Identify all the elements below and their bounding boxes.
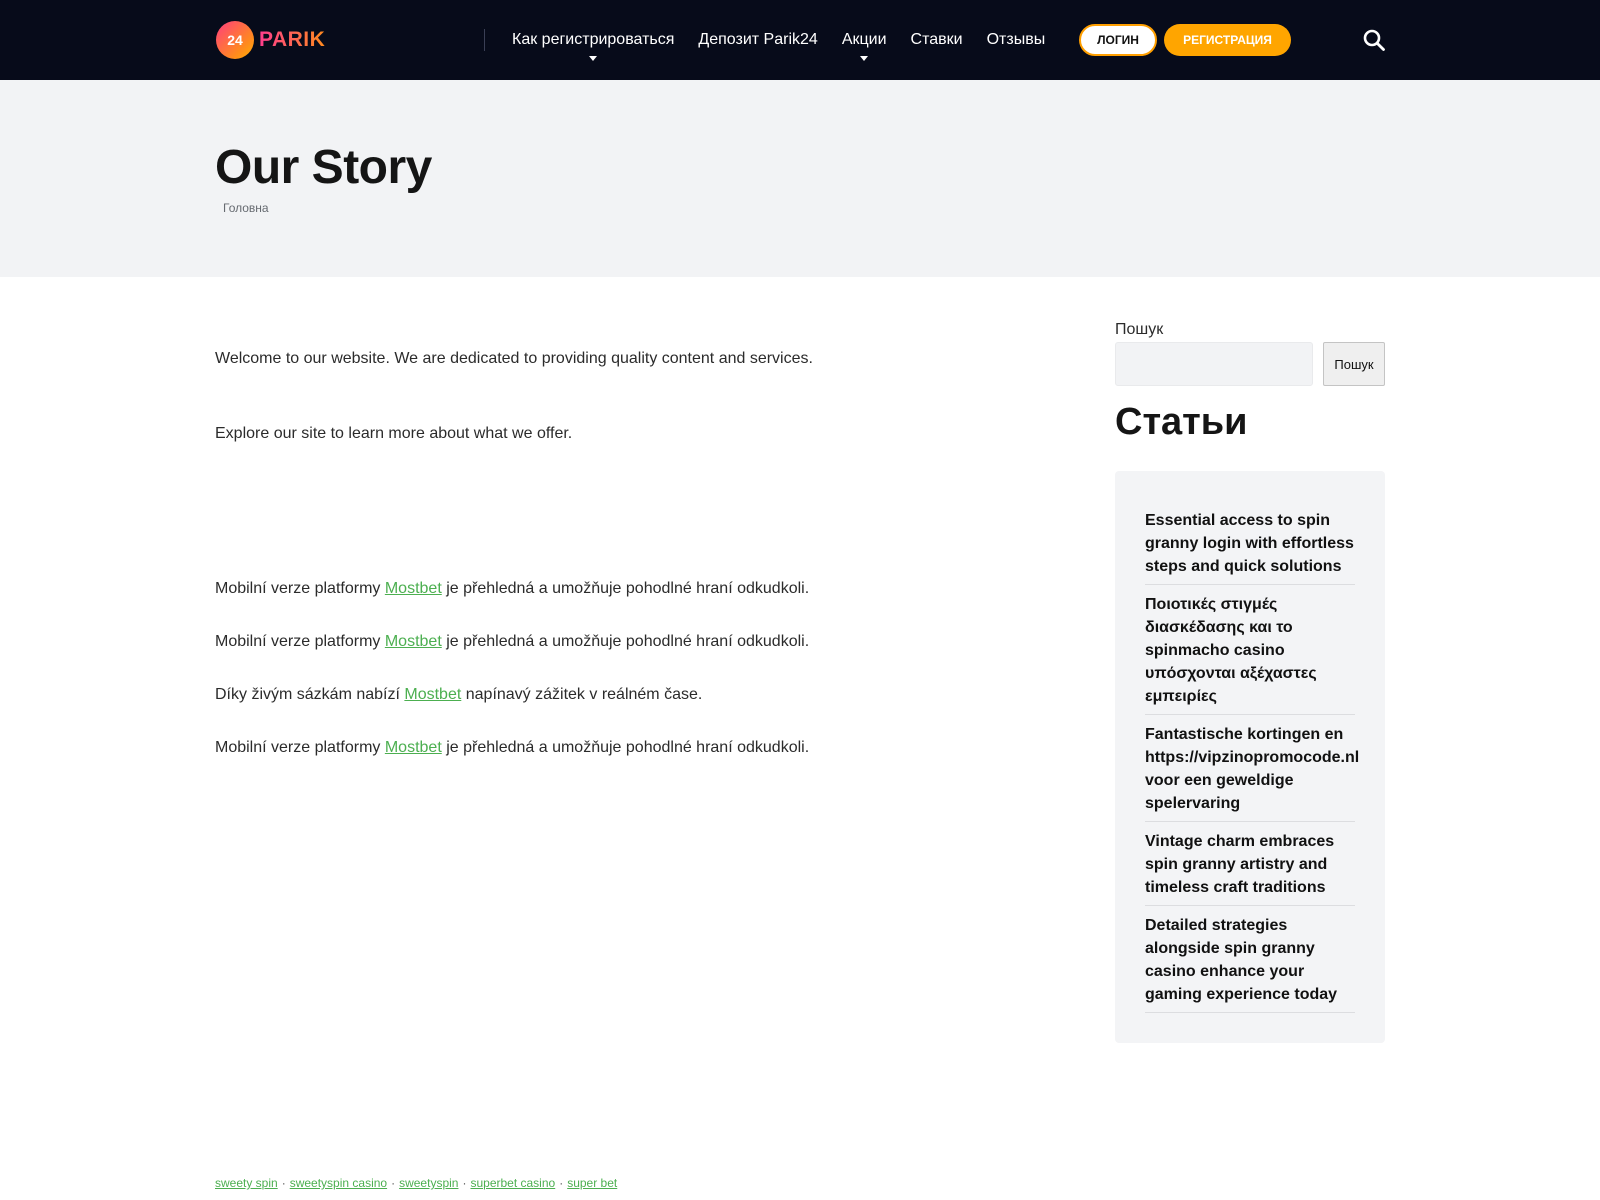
link-separator: ·: [281, 1176, 286, 1190]
footer-link[interactable]: superbet casino: [470, 1176, 555, 1190]
nav-item-reviews[interactable]: Отзывы: [987, 31, 1046, 49]
search-input[interactable]: [1115, 342, 1313, 386]
article-link[interactable]: Ποιοτικές στιγμές διασκέδασης και το spi…: [1145, 593, 1355, 715]
nav-item-promotions[interactable]: Акции: [841, 31, 887, 61]
footer-link[interactable]: super bet: [567, 1176, 617, 1190]
logo-text: PARIK: [259, 28, 326, 51]
search-icon[interactable]: [1362, 28, 1386, 52]
footer-link[interactable]: sweetyspin casino: [290, 1176, 387, 1190]
explore-paragraph: Explore our site to learn more about wha…: [215, 425, 573, 442]
register-button[interactable]: РЕГИСТРАЦИЯ: [1164, 24, 1291, 56]
footer-link[interactable]: sweety spin: [215, 1176, 278, 1190]
nav-item-label: Акции: [841, 31, 887, 48]
article-link[interactable]: Fantastische kortingen en https://vipzin…: [1145, 723, 1359, 822]
mostbet-link[interactable]: Mostbet: [385, 633, 442, 650]
article-link[interactable]: Detailed strategies alongside spin grann…: [1145, 914, 1355, 1013]
articles-list: Essential access to spin granny login wi…: [1145, 509, 1359, 1021]
footer-links: sweety spin · sweetyspin casino · sweetyspin…: [215, 1176, 617, 1190]
articles-panel: Essential access to spin granny login wi…: [1115, 471, 1385, 1043]
mostbet-link[interactable]: Mostbet: [385, 580, 442, 597]
content-paragraph: Mobilní verze platformy Mostbet je přehl…: [215, 739, 809, 757]
articles-heading: Статьи: [1115, 401, 1248, 443]
login-button[interactable]: ЛОГИН: [1079, 24, 1157, 56]
page-title: Our Story: [215, 141, 432, 194]
paragraph-text: je přehledná a umožňuje pohodlné hraní o…: [441, 739, 810, 756]
logo-badge: 24: [216, 21, 254, 59]
content-paragraph: Mobilní verze platformy Mostbet je přehl…: [215, 633, 809, 651]
paragraph-text: je přehledná a umožňuje pohodlné hraní o…: [441, 580, 810, 597]
mostbet-link[interactable]: Mostbet: [385, 739, 442, 756]
main-nav: Как регистрироваться Депозит Parik24 Акц…: [512, 0, 1069, 80]
article-link[interactable]: Vintage charm embraces spin granny artis…: [1145, 830, 1355, 906]
content-paragraph: Díky živým sázkám nabízí Mostbet napínav…: [215, 686, 702, 704]
nav-item-registration[interactable]: Как регистрироваться: [512, 31, 675, 61]
paragraph-text: Mobilní verze platformy: [215, 739, 385, 756]
caret-down-icon: [589, 56, 598, 61]
nav-item-label: Как регистрироваться: [512, 31, 675, 48]
search-button[interactable]: Пошук: [1323, 342, 1385, 386]
nav-item-label: Депозит Parik24: [698, 31, 818, 48]
search-label: Пошук: [1115, 321, 1164, 338]
top-navbar: 24 PARIK Как регистрироваться Депозит Pa…: [0, 0, 1600, 80]
nav-item-label: Отзывы: [986, 31, 1046, 48]
content-paragraph: Mobilní verze platformy Mostbet je přehl…: [215, 580, 809, 598]
article-link[interactable]: Essential access to spin granny login wi…: [1145, 509, 1355, 585]
paragraph-text: Mobilní verze platformy: [215, 633, 385, 650]
paragraph-text: Mobilní verze platformy: [215, 580, 385, 597]
nav-item-bets[interactable]: Ставки: [911, 31, 963, 49]
mostbet-link[interactable]: Mostbet: [404, 686, 461, 703]
footer-link[interactable]: sweetyspin: [399, 1176, 458, 1190]
link-separator: ·: [559, 1176, 564, 1190]
paragraph-text: napínavý zážitek v reálném čase.: [461, 686, 703, 703]
nav-item-deposit[interactable]: Депозит Parik24: [698, 31, 817, 49]
nav-divider: [484, 29, 485, 51]
caret-down-icon: [860, 56, 869, 61]
nav-item-label: Ставки: [910, 31, 963, 48]
page-hero: Our Story Головна: [0, 80, 1600, 277]
link-separator: ·: [391, 1176, 396, 1190]
paragraph-text: Díky živým sázkám nabízí: [215, 686, 405, 703]
site-logo[interactable]: 24 PARIK: [216, 20, 325, 60]
link-separator: ·: [462, 1176, 467, 1190]
breadcrumb-home[interactable]: Головна: [223, 201, 269, 215]
paragraph-text: je přehledná a umožňuje pohodlné hraní o…: [441, 633, 810, 650]
intro-paragraph: Welcome to our website. We are dedicated…: [215, 350, 813, 367]
